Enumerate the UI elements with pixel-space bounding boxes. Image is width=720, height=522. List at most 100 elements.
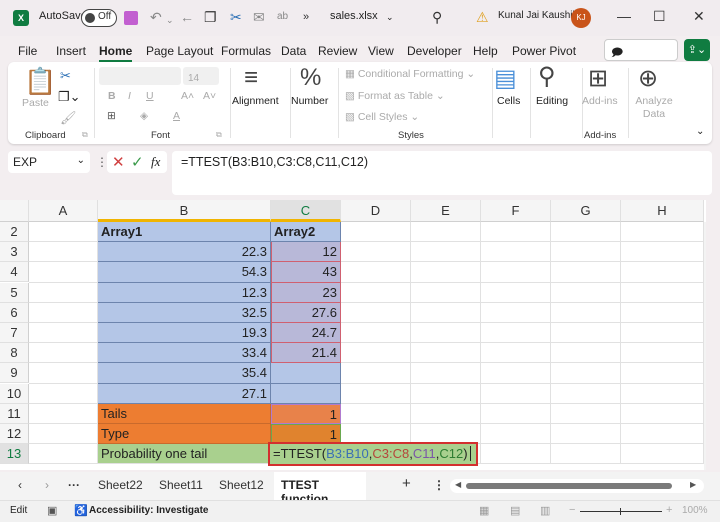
menu-review[interactable]: Review (318, 44, 357, 58)
cell-g6[interactable] (551, 302, 621, 323)
cell-g3[interactable] (551, 242, 621, 263)
cell-h6[interactable] (621, 302, 704, 323)
row-header-12[interactable]: 12 (0, 424, 29, 444)
cell-g9[interactable] (551, 363, 621, 384)
page-layout-view-icon[interactable]: ▤ (510, 504, 520, 517)
cell-g8[interactable] (551, 343, 621, 364)
font-color-icon[interactable]: A (173, 110, 180, 122)
column-header-e[interactable]: E (411, 200, 481, 222)
paste-label[interactable]: Paste (22, 97, 49, 109)
cell-d7[interactable] (341, 323, 411, 344)
cells-label[interactable]: Cells (497, 95, 520, 107)
cell-e6[interactable] (411, 302, 481, 323)
alignment-label[interactable]: Alignment (232, 95, 279, 107)
menu-file[interactable]: File (18, 44, 37, 58)
copy-icon[interactable]: ❐ (204, 9, 217, 25)
row-header-8[interactable]: 8 (0, 343, 29, 364)
vertical-scrollbar[interactable]: ▲ ▼ (704, 222, 706, 470)
paste-icon[interactable]: 📋 (24, 66, 56, 97)
cell-g5[interactable] (551, 282, 621, 303)
cells-icon[interactable]: ▤ (494, 64, 517, 93)
row-header-13[interactable]: 13 (0, 444, 29, 465)
cell-e10[interactable] (411, 383, 481, 404)
cell-b11[interactable]: Tails (98, 403, 271, 424)
cell-d8[interactable] (341, 343, 411, 364)
analyze-data-label[interactable]: Analyze Data (634, 95, 674, 121)
cell-c12[interactable]: 1 (271, 424, 341, 445)
cell-g7[interactable] (551, 323, 621, 344)
italic-icon[interactable]: I (128, 90, 131, 102)
select-all-button[interactable] (0, 200, 29, 222)
cell-a9[interactable] (29, 363, 98, 384)
filename-dropdown-icon[interactable]: ⌄ (386, 12, 394, 23)
cell-e7[interactable] (411, 323, 481, 344)
menu-insert[interactable]: Insert (56, 44, 86, 58)
cell-g10[interactable] (551, 383, 621, 404)
email-icon[interactable]: ✉ (253, 9, 265, 25)
column-header-h[interactable]: H (621, 200, 704, 222)
percent-icon[interactable]: % (300, 64, 321, 92)
cell-d12[interactable] (341, 424, 411, 445)
scroll-right-icon[interactable]: ▶ (690, 480, 696, 489)
ribbon-collapse-icon[interactable]: ⌄ (696, 126, 704, 137)
user-avatar[interactable]: KJ (571, 8, 591, 28)
cell-f9[interactable] (481, 363, 551, 384)
zoom-slider-thumb[interactable] (620, 508, 621, 515)
cell-d9[interactable] (341, 363, 411, 384)
undo-icon[interactable]: ↶ (150, 9, 162, 25)
cell-f11[interactable] (481, 403, 551, 424)
row-header-7[interactable]: 7 (0, 323, 29, 343)
column-header-b[interactable]: B (98, 200, 271, 222)
cell-e4[interactable] (411, 262, 481, 283)
column-header-f[interactable]: F (481, 200, 551, 222)
cell-a4[interactable] (29, 262, 98, 283)
cell-d2[interactable] (341, 222, 411, 243)
cell-b5[interactable]: 12.3 (98, 282, 271, 303)
column-header-c[interactable]: C (271, 200, 341, 222)
font-name-dropdown[interactable] (99, 67, 181, 85)
sheet-tab-sheet22[interactable]: Sheet22 (98, 478, 143, 492)
cell-h2[interactable] (621, 222, 704, 243)
sheet-tab-sheet12[interactable]: Sheet12 (219, 478, 264, 492)
back-icon[interactable]: ← (180, 9, 194, 25)
menu-formulas[interactable]: Formulas (221, 44, 271, 58)
cell-c10[interactable] (271, 383, 341, 404)
cell-a12[interactable] (29, 424, 98, 445)
analyze-data-icon[interactable]: ⊕ (638, 64, 658, 93)
row-header-3[interactable]: 3 (0, 242, 29, 263)
active-cell-editor[interactable]: =TTEST(B3:B10,C3:C8,C11,C12) (268, 442, 478, 467)
cell-b10[interactable]: 27.1 (98, 383, 271, 404)
row-header-10[interactable]: 10 (0, 383, 29, 404)
name-box-dropdown-icon[interactable]: ⌄ (77, 155, 85, 166)
zoom-out-icon[interactable]: − (569, 504, 575, 516)
cell-h8[interactable] (621, 343, 704, 364)
cell-c4[interactable]: 43 (271, 262, 341, 283)
cell-d10[interactable] (341, 383, 411, 404)
save-icon[interactable] (124, 11, 138, 25)
next-sheet-icon[interactable]: › (45, 478, 49, 492)
more-sheets-icon[interactable]: ··· (68, 478, 80, 492)
cell-g2[interactable] (551, 222, 621, 243)
cell-c5[interactable]: 23 (271, 282, 341, 303)
font-size-dropdown[interactable]: 14 (183, 67, 219, 85)
cell-f10[interactable] (481, 383, 551, 404)
cancel-icon[interactable]: ✕ (112, 153, 125, 171)
cell-a5[interactable] (29, 282, 98, 303)
zoom-level[interactable]: 100% (682, 505, 708, 516)
cell-f3[interactable] (481, 242, 551, 263)
cell-d6[interactable] (341, 302, 411, 323)
menu-help[interactable]: Help (473, 44, 498, 58)
cell-f7[interactable] (481, 323, 551, 344)
autosave-toggle[interactable]: Off (81, 9, 117, 27)
spelling-icon[interactable]: ab (277, 9, 288, 25)
menu-data[interactable]: Data (281, 44, 306, 58)
cut-icon[interactable]: ✂ (60, 68, 71, 84)
page-break-view-icon[interactable]: ▥ (540, 504, 550, 517)
column-header-d[interactable]: D (341, 200, 411, 222)
cell-b6[interactable]: 32.5 (98, 302, 271, 323)
font-launcher-icon[interactable]: ⧉ (216, 130, 222, 140)
undo-dropdown-icon[interactable]: ⌄ (166, 12, 174, 28)
cell-b12[interactable]: Type (98, 424, 271, 445)
cell-f5[interactable] (481, 282, 551, 303)
cell-g4[interactable] (551, 262, 621, 283)
